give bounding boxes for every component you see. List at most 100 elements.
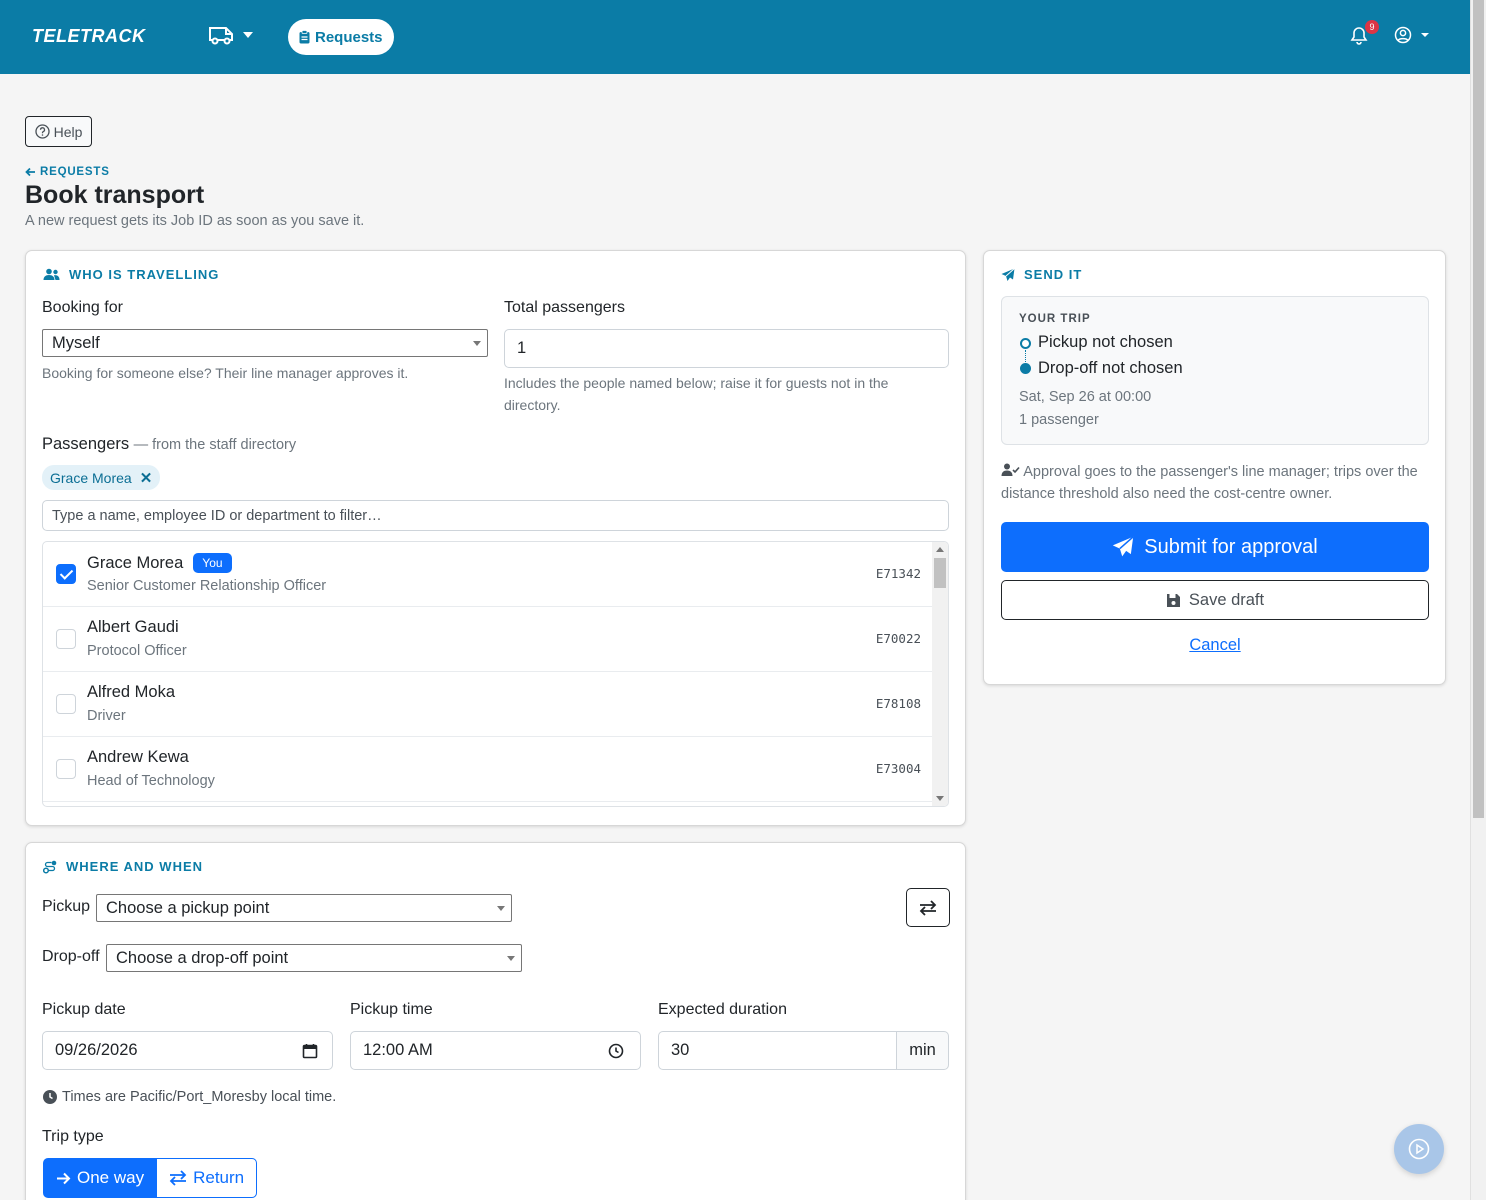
back-to-requests-link[interactable]: REQUESTS: [25, 166, 110, 178]
trip-summary-heading: YOUR TRIP: [1019, 313, 1091, 325]
submit-for-approval-button[interactable]: Submit for approval: [1001, 522, 1429, 572]
pickup-date-value: 09/26/2026: [55, 1041, 138, 1059]
pickup-date-input[interactable]: 09/26/2026: [42, 1031, 333, 1070]
paper-plane-icon: [1113, 536, 1135, 557]
passenger-name: Andrew Kewa: [87, 748, 189, 766]
who-section-title: WHO IS TRAVELLING: [69, 267, 220, 282]
swap-locations-button[interactable]: [906, 888, 950, 927]
approval-note-text: Approval goes to the passenger's line ma…: [1001, 464, 1418, 502]
list-item[interactable]: Grace Morea You Senior Customer Relations…: [43, 542, 933, 607]
passenger-name: Albert Gaudi: [87, 618, 179, 636]
booking-for-select[interactable]: Myself: [42, 329, 488, 357]
question-circle-icon: [34, 124, 50, 139]
caret-down-icon: [1421, 33, 1429, 37]
page-scrollbar[interactable]: [1470, 0, 1486, 1200]
swap-icon: [919, 899, 937, 916]
paper-plane-icon: [1001, 267, 1015, 281]
who-section-header: WHO IS TRAVELLING: [43, 267, 219, 282]
one-way-label: One way: [77, 1168, 145, 1187]
user-menu[interactable]: [1394, 26, 1430, 44]
clipboard-icon: [299, 30, 310, 44]
page-title: Book transport: [25, 181, 205, 209]
floppy-icon: [1166, 593, 1180, 607]
where-section-header: WHERE AND WHEN: [43, 859, 203, 874]
brand-logo[interactable]: TELETRACK: [32, 26, 146, 47]
top-navbar: TELETRACK Requests 9: [0, 0, 1470, 74]
passenger-employee-id: E73004: [875, 761, 921, 776]
send-section-title: SEND IT: [1024, 267, 1083, 282]
route-connector: [1025, 350, 1026, 362]
trip-summary: YOUR TRIP Pickup not chosen Drop-off not…: [1001, 296, 1429, 445]
passenger-employee-id: E78108: [875, 696, 921, 711]
calendar-icon[interactable]: [302, 1043, 318, 1059]
passenger-checkbox[interactable]: [56, 759, 76, 779]
passenger-role: Senior Customer Relationship Officer: [87, 578, 327, 594]
passenger-checkbox[interactable]: [56, 564, 76, 584]
passengers-label: Passengers — from the staff directory: [42, 435, 296, 454]
floating-action-button[interactable]: [1394, 1124, 1444, 1174]
van-icon: [209, 27, 233, 45]
page-scroll-thumb[interactable]: [1473, 0, 1484, 818]
scroll-thumb[interactable]: [934, 558, 946, 588]
help-button[interactable]: Help: [25, 116, 92, 147]
scroll-up-icon[interactable]: [936, 547, 944, 552]
one-way-option[interactable]: One way: [43, 1158, 158, 1198]
list-item[interactable]: Alfred Moka Driver E78108: [43, 672, 933, 737]
scroll-down-icon[interactable]: [936, 796, 944, 801]
save-draft-label: Save draft: [1188, 590, 1265, 609]
approval-note: Approval goes to the passenger's line ma…: [1001, 461, 1435, 505]
clock-icon: [43, 1090, 57, 1104]
pickup-time-input[interactable]: 12:00 AM: [350, 1031, 641, 1070]
dropoff-select[interactable]: Choose a drop-off point: [106, 944, 522, 972]
dropoff-marker-icon: [1020, 363, 1031, 374]
pickup-time-value: 12:00 AM: [363, 1041, 433, 1059]
total-passengers-help: Includes the people named below; raise i…: [504, 375, 889, 413]
arrow-left-icon: [25, 167, 35, 177]
expected-duration-input[interactable]: 30: [658, 1031, 898, 1070]
expected-duration-label: Expected duration: [658, 1001, 787, 1018]
booking-for-label: Booking for: [42, 299, 123, 316]
total-passengers-input[interactable]: 1: [504, 329, 949, 368]
return-option[interactable]: Return: [157, 1158, 258, 1198]
passengers-title: Passengers: [42, 435, 130, 453]
where-section-title: WHERE AND WHEN: [66, 859, 204, 874]
passenger-filter-input[interactable]: Type a name, employee ID or department t…: [42, 500, 949, 531]
submit-label: Submit for approval: [1144, 535, 1318, 558]
list-item[interactable]: Albert Gaudi Protocol Officer E70022: [43, 607, 933, 672]
trip-type-label: Trip type: [42, 1128, 104, 1145]
passenger-name-text: Grace Morea: [87, 553, 184, 572]
dropoff-label: Drop-off: [42, 948, 100, 965]
send-section-header: SEND IT: [1001, 267, 1082, 282]
nav-requests-button[interactable]: Requests: [288, 19, 394, 55]
save-draft-button[interactable]: Save draft: [1001, 580, 1429, 620]
passenger-employee-id: E71342: [875, 566, 921, 581]
passenger-checkbox[interactable]: [56, 694, 76, 714]
trip-type-toggle: One way Return: [43, 1158, 258, 1198]
timezone-note-text: Times are Pacific/Port_Moresby local tim…: [62, 1089, 337, 1105]
back-link-label: REQUESTS: [40, 166, 110, 178]
pickup-select[interactable]: Choose a pickup point: [96, 894, 512, 922]
total-passengers-label: Total passengers: [504, 299, 625, 316]
expected-duration-value: 30: [671, 1041, 690, 1059]
users-icon: [43, 268, 60, 280]
arrow-right-icon: [57, 1172, 71, 1184]
list-item[interactable]: Andrew Kewa Head of Technology E73004: [43, 737, 933, 802]
remove-chip-icon[interactable]: ✕: [140, 469, 153, 487]
timezone-note: Times are Pacific/Port_Moresby local tim…: [43, 1089, 336, 1105]
help-label: Help: [53, 123, 83, 140]
passenger-name: Grace Morea You: [87, 553, 232, 573]
booking-for-value: Myself: [52, 333, 100, 352]
passenger-list: Grace Morea You Senior Customer Relations…: [42, 541, 949, 807]
dropoff-value: Choose a drop-off point: [116, 948, 289, 967]
cancel-link[interactable]: Cancel: [984, 636, 1446, 655]
pickup-time-label: Pickup time: [350, 1001, 433, 1018]
play-circle-icon: [1408, 1138, 1430, 1160]
passenger-role: Protocol Officer: [87, 643, 187, 659]
passenger-list-scrollbar[interactable]: [932, 542, 948, 806]
passenger-checkbox[interactable]: [56, 629, 76, 649]
selected-passenger-chip: Grace Morea ✕: [42, 465, 161, 490]
duration-unit-addon: min: [896, 1031, 949, 1070]
clock-icon[interactable]: [608, 1043, 624, 1059]
passenger-name: Alfred Moka: [87, 683, 176, 701]
vehicles-menu[interactable]: [208, 24, 254, 46]
